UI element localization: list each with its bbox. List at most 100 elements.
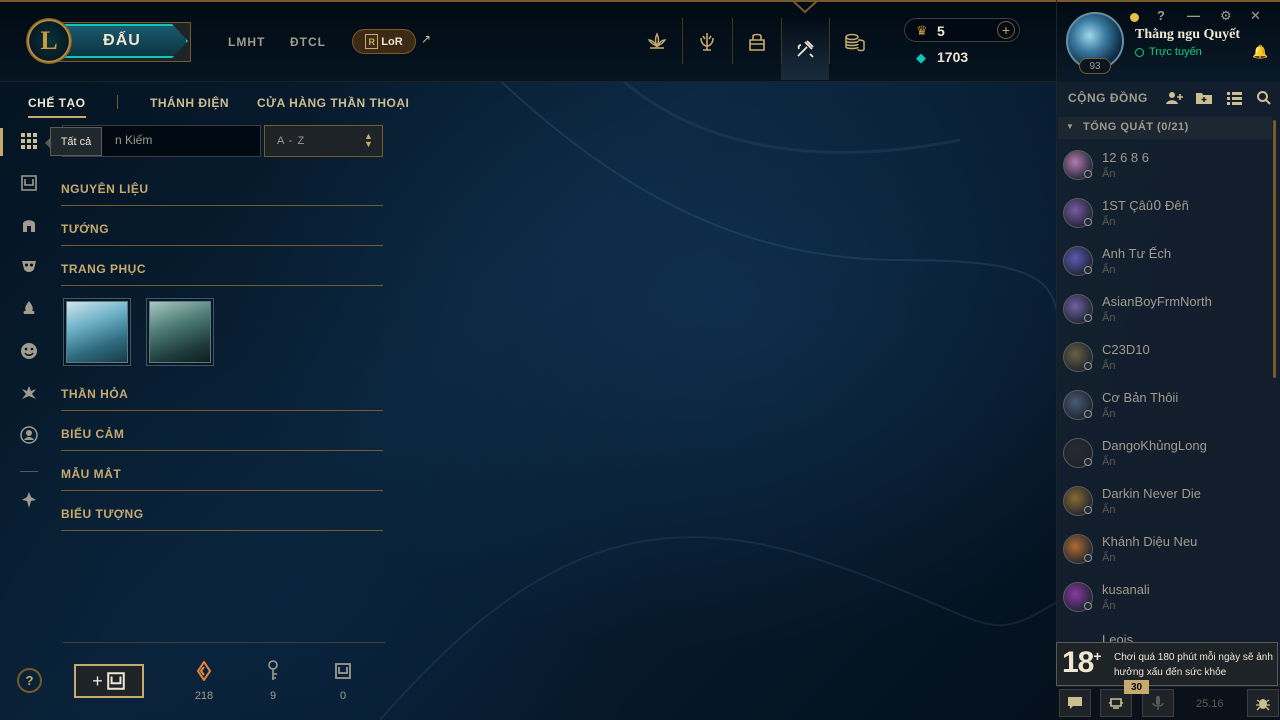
active-tab-chevron-icon (792, 0, 818, 14)
friend-status: Ẩn (1102, 168, 1116, 180)
chest-icon (332, 660, 354, 682)
eye-color-icon[interactable] (18, 382, 40, 404)
lor-button[interactable]: R LoR (352, 29, 416, 54)
friend-name: AsianBoyFrmNorth (1102, 294, 1212, 309)
list-item[interactable]: Khánh Diệu Neu Ẩn (1062, 534, 1262, 580)
age-rating-badge: 18+ (1062, 646, 1102, 680)
caret-down-icon: ▼ (1066, 122, 1074, 131)
profile-name: Thằng ngu Quyết (1135, 27, 1241, 42)
list-item[interactable]: Anh Tư Ếch Ẩn (1062, 246, 1262, 292)
sort-chevron-icon: ▲ ▼ (364, 131, 373, 149)
ward-flame-icon[interactable] (18, 298, 40, 320)
tab-mythic-shop[interactable]: CỬA HÀNG THẦN THOẠI (257, 96, 409, 110)
profile-status[interactable]: Trực tuyến (1135, 46, 1202, 58)
friend-name: 1ST Çâû߀ Ðêñ (1102, 198, 1189, 213)
tab-crafting[interactable]: CHẾ TẠO (28, 96, 86, 110)
category-materials[interactable]: NGUYÊN LIỆU (61, 182, 383, 206)
list-item[interactable]: Cơ Bản Thôii Ẩn (1062, 390, 1262, 436)
friend-status: Ẩn (1102, 264, 1116, 276)
key-count: 9 (269, 690, 277, 702)
all-grid-icon[interactable] (18, 130, 40, 152)
category-wards[interactable]: THẦN HỎA (61, 387, 383, 411)
blue-essence-value: 1703 (937, 49, 969, 65)
friend-name: kusanali (1102, 582, 1150, 597)
offline-status-dot-icon (1084, 170, 1092, 178)
rail-active-indicator (0, 128, 3, 156)
skin-shard-art (149, 301, 211, 363)
friend-status: Ẩn (1102, 360, 1116, 372)
list-item[interactable]: DangoKhủngLong Ẩn (1062, 438, 1262, 484)
profile-icon[interactable] (18, 424, 40, 446)
list-item[interactable]: 12 6 8 6 Ẩn (1062, 150, 1262, 196)
friend-name: DangoKhủngLong (1102, 438, 1207, 453)
rail-separator (20, 471, 38, 472)
social-scrollbar[interactable] (1273, 120, 1276, 378)
friend-group-label: TỔNG QUÁT (0/21) (1083, 121, 1189, 133)
skin-shard-item[interactable] (146, 298, 214, 366)
offline-status-dot-icon (1084, 458, 1092, 466)
missions-count-badge: 30 (1124, 680, 1149, 694)
list-view-icon[interactable] (1225, 89, 1243, 107)
craft-chest-button[interactable]: + (74, 664, 144, 698)
friend-status: Ẩn (1102, 408, 1116, 420)
settings-gear-icon[interactable]: ⚙ (1220, 8, 1232, 24)
tab-sanctum[interactable]: THÁNH ĐIỆN (150, 96, 229, 110)
social-title: CỘNG ĐỒNG (1068, 91, 1148, 105)
league-logo-icon[interactable]: L (26, 18, 72, 64)
client-version: 25.16 (1196, 698, 1224, 710)
close-window-button[interactable]: ✕ (1250, 8, 1261, 24)
skin-shard-item[interactable] (63, 298, 131, 366)
category-skins[interactable]: TRANG PHỤC (61, 262, 383, 286)
buy-rp-button[interactable]: + (997, 21, 1015, 39)
external-link-icon: ↗ (421, 32, 432, 46)
offline-status-dot-icon (1084, 266, 1092, 274)
bug-report-icon[interactable] (1247, 689, 1279, 717)
emote-face-icon[interactable] (18, 340, 40, 362)
crafting-loot-icon[interactable] (781, 18, 829, 80)
hextech-key-icon (262, 660, 284, 682)
list-item[interactable]: Leois (1062, 632, 1262, 642)
orange-essence-count: 218 (194, 690, 214, 702)
nav-separator (829, 18, 830, 64)
list-item[interactable]: Darkin Never Die Ẩn (1062, 486, 1262, 532)
offline-status-dot-icon (1084, 362, 1092, 370)
friend-name: 12 6 8 6 (1102, 150, 1149, 165)
health-warning-text: Chơi quá 180 phút mỗi ngày sẽ ảnh hưởng … (1114, 652, 1273, 678)
nav-link-dtcl[interactable]: ĐTCL (290, 35, 326, 49)
help-button[interactable]: ? (17, 668, 42, 693)
disenchant-icon[interactable] (18, 489, 40, 511)
category-eye-colors[interactable]: MẪU MẮT (61, 467, 383, 491)
minimize-window-button[interactable]: — (1187, 8, 1200, 23)
category-icons[interactable]: BIỂU TƯỢNG (61, 507, 383, 531)
friend-status: Ẩn (1102, 456, 1116, 468)
chest-icon (106, 672, 125, 690)
offline-status-dot-icon (1084, 602, 1092, 610)
add-friend-icon[interactable] (1165, 89, 1183, 107)
category-champions[interactable]: TƯỚNG (61, 222, 383, 246)
list-item[interactable]: C23D10 Ẩn (1062, 342, 1262, 388)
notification-dot-icon (1130, 13, 1139, 22)
add-folder-icon[interactable] (1195, 89, 1213, 107)
category-emotes[interactable]: BIỂU CẢM (61, 427, 383, 451)
skin-mask-icon[interactable] (18, 255, 40, 277)
inventory-divider (63, 642, 385, 643)
nav-link-lmht[interactable]: LMHT (228, 35, 265, 49)
list-item[interactable]: AsianBoyFrmNorth Ẩn (1062, 294, 1262, 340)
chest-icon[interactable] (18, 172, 40, 194)
play-button[interactable]: ĐẤU (56, 24, 188, 58)
offline-status-dot-icon (1084, 218, 1092, 226)
search-icon[interactable] (1255, 89, 1273, 107)
notification-bell-icon[interactable]: 🔔 (1252, 44, 1268, 60)
store-coins-icon[interactable] (833, 20, 877, 64)
offline-status-dot-icon (1084, 506, 1092, 514)
home-lotus-icon[interactable] (635, 20, 679, 64)
chat-bubble-icon[interactable] (1059, 689, 1091, 717)
list-item[interactable]: 1ST Çâû߀ Ðêñ Ẩn (1062, 198, 1262, 244)
trophy-icon[interactable] (685, 20, 729, 64)
profile-level-badge: 93 (1079, 58, 1111, 74)
collection-bag-icon[interactable] (735, 20, 779, 64)
list-item[interactable]: kusanali Ẩn (1062, 582, 1262, 628)
friend-name: Cơ Bản Thôii (1102, 390, 1179, 405)
help-window-button[interactable]: ? (1157, 8, 1165, 23)
champion-helmet-icon[interactable] (18, 214, 40, 236)
